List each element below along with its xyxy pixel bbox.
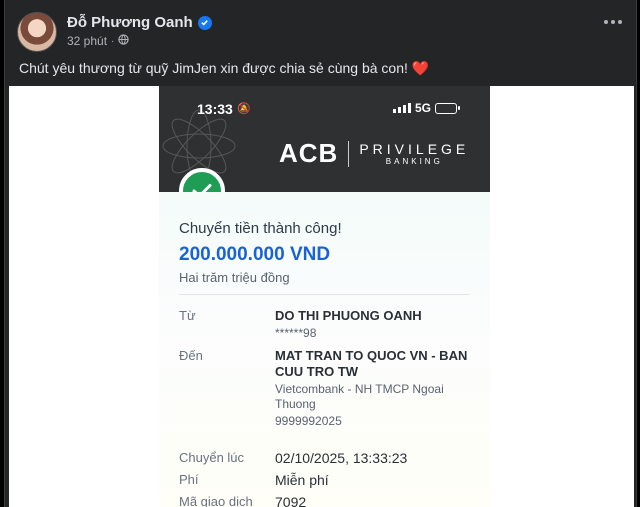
- bank-logo: ACB PRIVILEGE BANKING: [279, 138, 469, 169]
- from-account: ******98: [275, 326, 317, 340]
- fee-label: Phí: [179, 472, 199, 487]
- logo-divider: [348, 140, 350, 167]
- post-caption: Chút yêu thương từ quỹ JimJen xin được c…: [19, 60, 429, 77]
- receipt-body: Chuyển tiền thành công! 200.000.000 VND …: [159, 192, 490, 507]
- signal-icon: [393, 103, 411, 113]
- txn-label: Mã giao dịch: [179, 494, 253, 507]
- from-label: Từ: [179, 308, 196, 323]
- brand-line2: BANKING: [385, 157, 443, 166]
- avatar[interactable]: [17, 12, 57, 52]
- time-value: 02/10/2025, 13:33:23: [275, 450, 408, 466]
- verified-badge-icon: [197, 15, 212, 30]
- to-bank: Vietcombank - NH TMCP Ngoai Thuong: [275, 382, 444, 411]
- globe-icon: [118, 34, 130, 48]
- brand-tagline: PRIVILEGE BANKING: [359, 141, 469, 166]
- author-row: Đỗ Phương Oanh: [67, 14, 212, 31]
- caption-text: Chút yêu thương từ quỹ JimJen xin được c…: [19, 60, 408, 76]
- post-image[interactable]: 13:33 🔕 5G ACB PRIVILEGE BANKING Chuyển …: [9, 86, 634, 507]
- amount-in-words: Hai trăm triệu đồng: [179, 270, 290, 285]
- post-time[interactable]: 32 phút: [67, 34, 107, 48]
- status-time: 13:33: [197, 101, 233, 117]
- separator-dot: ·: [111, 35, 115, 47]
- divider: [179, 294, 469, 295]
- more-options-icon[interactable]: [604, 20, 622, 24]
- bell-muted-icon: 🔕: [237, 103, 251, 115]
- battery-icon: [435, 103, 460, 114]
- bank-name: ACB: [279, 138, 339, 168]
- transfer-receipt: 13:33 🔕 5G ACB PRIVILEGE BANKING Chuyển …: [159, 86, 490, 507]
- heart-emoji: ❤️: [411, 60, 430, 76]
- to-name: MAT TRAN TO QUOC VN - BAN CUU TRO TW: [275, 348, 468, 379]
- txn-value: 7092: [275, 494, 307, 507]
- from-name: DO THI PHUONG OANH: [275, 308, 422, 323]
- brand-line1: PRIVILEGE: [359, 141, 470, 157]
- to-label: Đến: [179, 348, 203, 363]
- time-label: Chuyển lúc: [179, 450, 245, 465]
- post-meta: 32 phút ·: [67, 34, 130, 48]
- success-message: Chuyển tiền thành công!: [179, 220, 342, 237]
- fee-value: Miễn phí: [275, 472, 329, 488]
- transfer-amount: 200.000.000 VND: [179, 244, 331, 265]
- network-type: 5G: [415, 101, 432, 115]
- to-account: 9999992025: [275, 414, 342, 428]
- facebook-post: Đỗ Phương Oanh 32 phút · Chút yêu thương…: [4, 0, 637, 507]
- author-name[interactable]: Đỗ Phương Oanh: [67, 14, 193, 31]
- post-header: Đỗ Phương Oanh 32 phút · Chút yêu thương…: [5, 0, 636, 90]
